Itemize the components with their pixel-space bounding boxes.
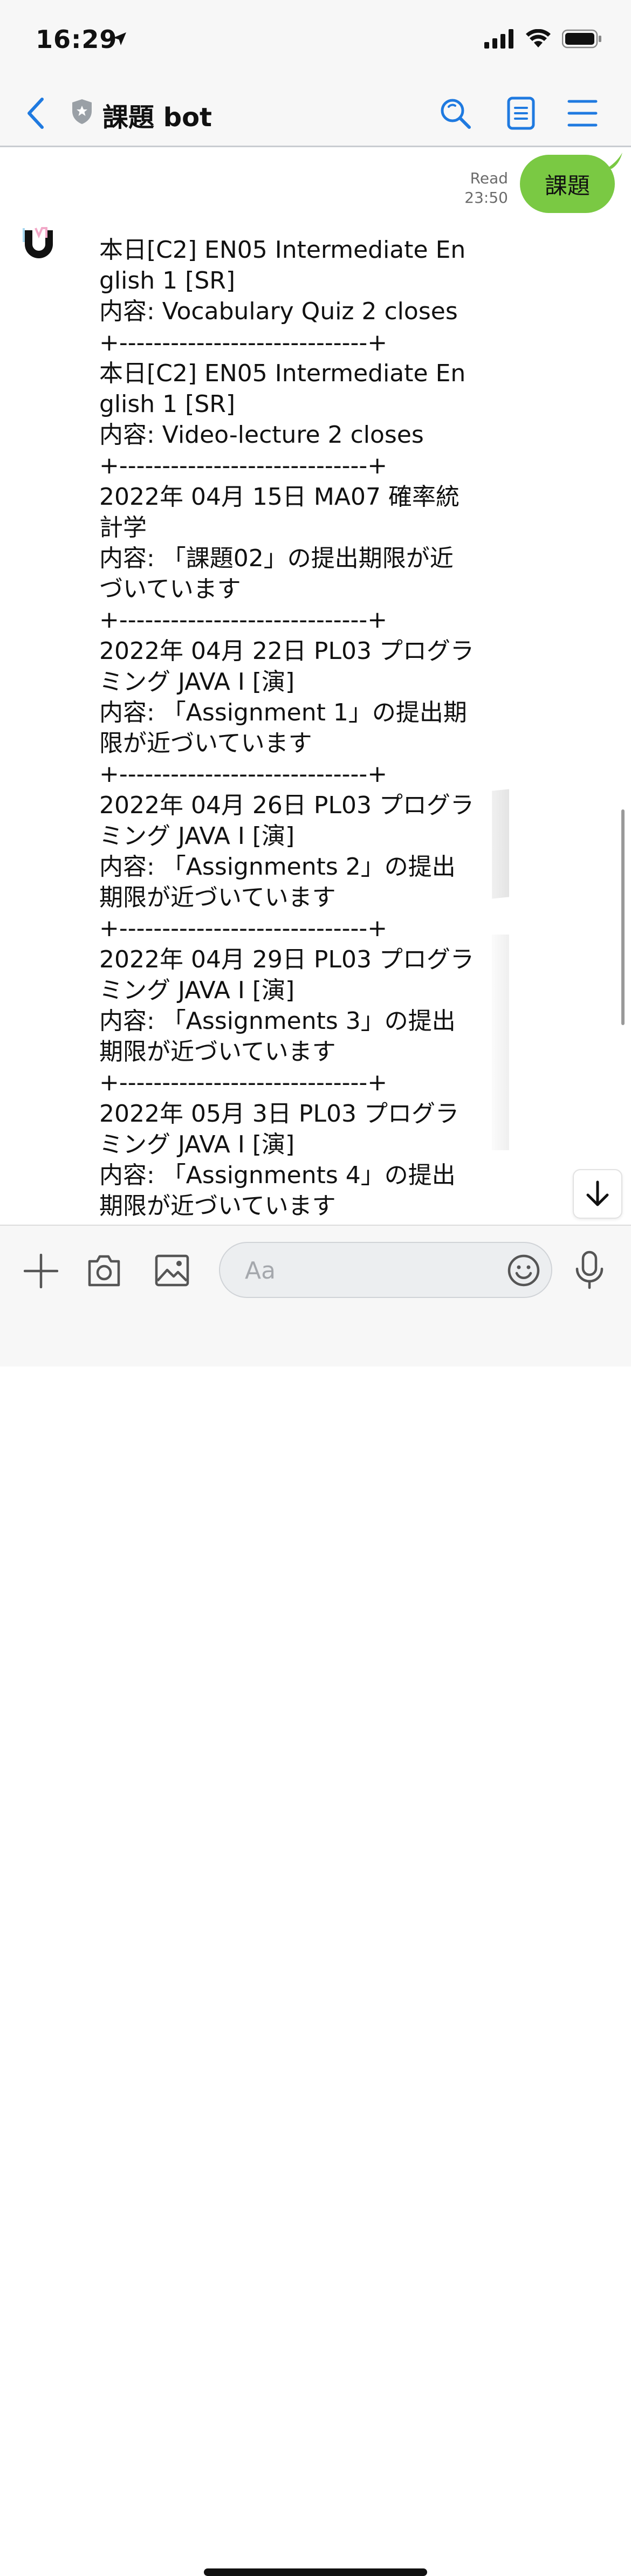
- input-bar: Aa: [0, 1225, 631, 2576]
- plus-icon[interactable]: [24, 1254, 58, 1288]
- home-indicator[interactable]: [204, 2568, 427, 2576]
- back-icon[interactable]: [23, 95, 50, 132]
- camera-icon[interactable]: [86, 1254, 122, 1287]
- message-input[interactable]: Aa: [219, 1242, 552, 1298]
- emoji-icon[interactable]: [507, 1254, 540, 1287]
- chat-area[interactable]: Read 23:50 課題 本日[C2] EN05 Intermediate E…: [0, 147, 631, 1225]
- battery-icon: [562, 29, 601, 49]
- microphone-icon[interactable]: [574, 1251, 605, 1289]
- background-decoration: [492, 935, 509, 1150]
- wifi-icon: [526, 29, 551, 47]
- background-decoration: [492, 789, 509, 899]
- chat-header: 課題 bot: [0, 81, 631, 147]
- menu-icon[interactable]: [567, 99, 598, 127]
- read-receipt: Read 23:50: [464, 169, 508, 208]
- status-time: 16:29: [36, 25, 118, 54]
- scrollbar[interactable]: [621, 809, 625, 1025]
- scroll-to-bottom-button[interactable]: [573, 1169, 622, 1219]
- location-arrow-icon: [113, 32, 126, 45]
- notes-icon[interactable]: [506, 96, 536, 130]
- message-input-placeholder: Aa: [245, 1257, 276, 1284]
- shield-icon: [72, 99, 92, 124]
- arrow-down-icon: [586, 1180, 609, 1206]
- bot-avatar[interactable]: [16, 217, 61, 263]
- status-icons: [484, 29, 602, 49]
- status-bar: 16:29: [0, 0, 631, 81]
- message-time: 23:50: [464, 189, 508, 207]
- search-icon[interactable]: [438, 96, 472, 130]
- signal-icon: [484, 29, 513, 49]
- read-label: Read: [470, 169, 508, 187]
- image-icon[interactable]: [154, 1254, 190, 1287]
- bot-message[interactable]: 本日[C2] EN05 Intermediate English 1 [SR] …: [99, 235, 477, 1222]
- chat-title[interactable]: 課題 bot: [102, 96, 212, 134]
- outgoing-message-bubble[interactable]: 課題: [520, 155, 615, 213]
